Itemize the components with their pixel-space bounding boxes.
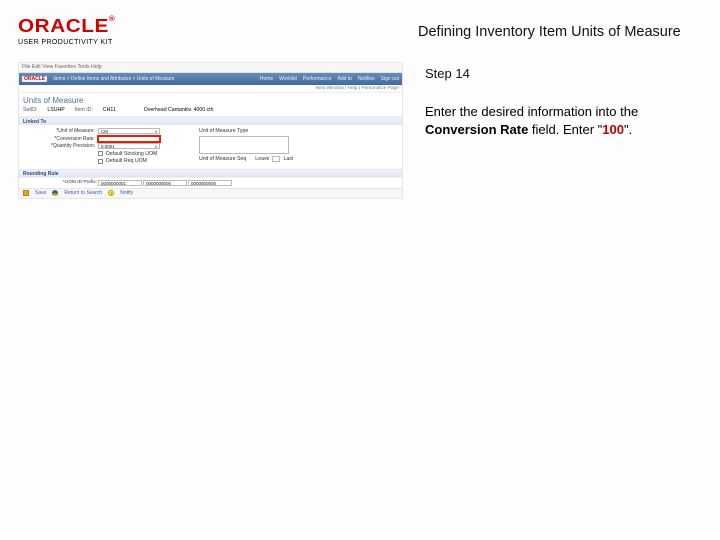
nav-addto[interactable]: Add to: [337, 76, 351, 82]
brand-logo: ORACLE® USER PRODUCTIVITY KIT: [18, 10, 168, 46]
uom-select-value: CM: [101, 129, 108, 134]
breadcrumb: Items > Define Items and Attributes > Un…: [53, 76, 174, 82]
uom-seq-last: Last: [283, 156, 293, 162]
tm-mark: ®: [109, 16, 116, 23]
section-title: Units of Measure: [19, 93, 402, 106]
notify-button[interactable]: Notify: [120, 190, 133, 196]
right-form: Unit of Measure Type Unit of Measure Seq…: [199, 128, 398, 163]
nav-home[interactable]: Home: [260, 76, 273, 82]
qty-precision-label: *Quantity Precision:: [23, 143, 95, 149]
instr-post: ".: [624, 122, 632, 137]
instr-mid: field. Enter ": [528, 122, 602, 137]
uom-prefix-label: *UOM ID Prefix:: [23, 180, 97, 186]
setid-value: LSUHP: [47, 107, 64, 113]
return-icon: [52, 190, 58, 196]
uom-prefix-3[interactable]: 0000000000: [188, 180, 232, 186]
return-search-button[interactable]: Return to Search: [64, 190, 102, 196]
oracle-word-text: ORACLE: [18, 16, 109, 36]
default-req-checkbox[interactable]: [98, 159, 103, 164]
chevron-down-icon: ▾: [155, 129, 157, 134]
uom-seq-leave: Leave: [255, 156, 269, 162]
instr-pre: Enter the desired information into the: [425, 104, 638, 119]
conversion-rate-label: *Conversion Rate:: [23, 136, 95, 142]
rounding-rule-bar: Rounding Rule: [19, 169, 402, 177]
nav-signout[interactable]: Sign out: [381, 76, 399, 82]
instr-field-name: Conversion Rate: [425, 122, 528, 137]
linked-to-bar: Linked To: [19, 117, 402, 125]
chevron-down-icon: ▾: [155, 144, 157, 149]
qty-precision-value: 0.0001: [101, 144, 115, 149]
app-navbar: ORACLE Items > Define Items and Attribut…: [19, 73, 402, 85]
page-footer: Save Return to Search ? Notify: [19, 188, 402, 198]
nav-notifies[interactable]: Notifies: [358, 76, 375, 82]
uom-prefix-1[interactable]: 0000000001: [98, 180, 142, 186]
uom-prefix-row: *UOM ID Prefix: 0000000001 0000000000 00…: [19, 177, 402, 188]
save-icon: [23, 190, 29, 196]
uom-select[interactable]: CM ▾: [98, 128, 160, 134]
conversion-rate-input[interactable]: [98, 136, 160, 142]
header-fields: SetID: LSUHP Item ID: CH11 Overhead Cant…: [19, 106, 402, 117]
uom-seq-label: Unit of Measure Seq: [199, 156, 246, 162]
instruction-text: Enter the desired information into the C…: [425, 103, 702, 138]
upk-subtitle: USER PRODUCTIVITY KIT: [18, 39, 168, 46]
notify-icon: ?: [108, 190, 114, 196]
nav-worklist[interactable]: Worklist: [279, 76, 297, 82]
qty-precision-select[interactable]: 0.0001 ▾: [98, 143, 160, 149]
embedded-screenshot: File Edit View Favorites Tools Help ORAC…: [18, 62, 403, 199]
browser-menubar: File Edit View Favorites Tools Help: [19, 63, 402, 73]
save-button[interactable]: Save: [35, 190, 46, 196]
page-title: Defining Inventory Item Units of Measure: [168, 10, 681, 40]
uom-prefix-2[interactable]: 0000000000: [143, 180, 187, 186]
page-utility-links[interactable]: New Window | Help | Personalize Page: [19, 85, 402, 93]
left-form: *Unit of Measure: CM▾ *Conversion Rate: …: [23, 128, 193, 166]
instr-value: 100: [602, 122, 624, 137]
uom-type-input[interactable]: [199, 136, 289, 154]
uom-seq-input[interactable]: [272, 156, 280, 162]
default-req-label: Default Req UOM: [106, 158, 147, 164]
instruction-column: Step 14 Enter the desired information in…: [425, 62, 702, 138]
default-stocking-checkbox[interactable]: [98, 151, 103, 156]
uom-label: *Unit of Measure:: [23, 128, 95, 134]
oracle-wordmark: ORACLE®: [18, 16, 191, 37]
uom-type-label: Unit of Measure Type: [199, 128, 248, 134]
browser-menu-text: File Edit View Favorites Tools Help: [22, 64, 102, 70]
item-desc: Overhead Cantankiv. 4000.cth: [144, 107, 214, 113]
step-label: Step 14: [425, 66, 702, 81]
nav-perf[interactable]: Performance: [303, 76, 332, 82]
app-logo: ORACLE: [22, 76, 47, 82]
itemid-value: CH11: [103, 107, 116, 113]
itemid-label: Item ID:: [75, 107, 93, 113]
setid-label: SetID:: [23, 107, 37, 113]
default-stocking-label: Default Stocking UOM: [106, 151, 157, 157]
